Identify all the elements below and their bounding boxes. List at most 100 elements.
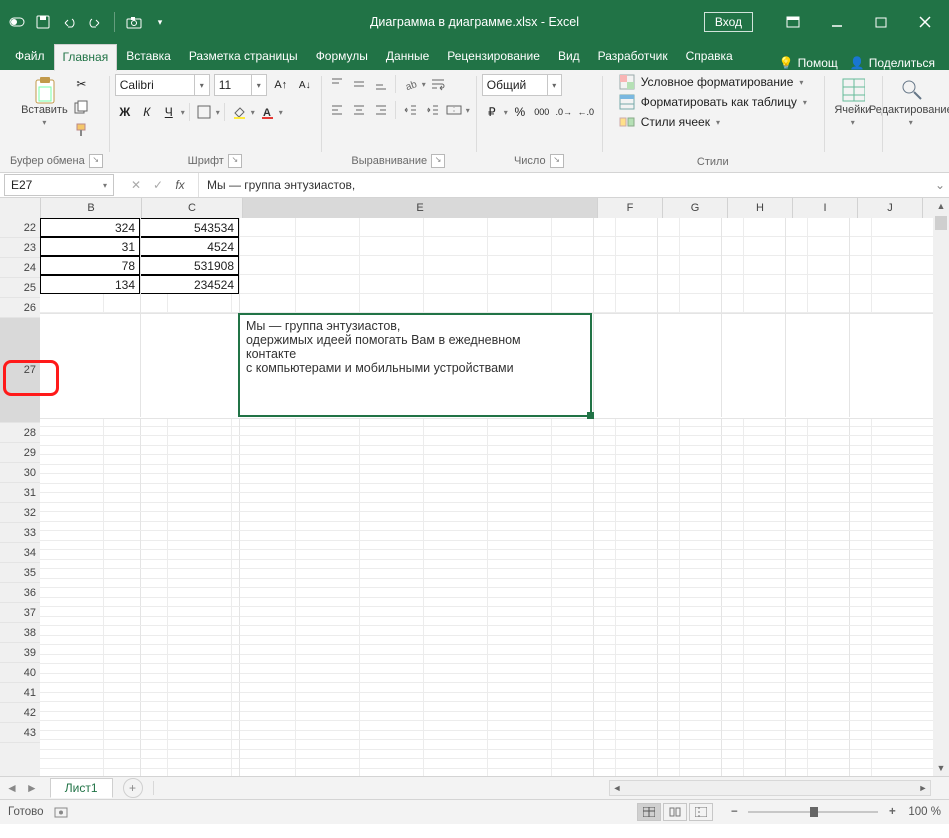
sheet-nav-prev[interactable]: ◄ <box>6 781 18 795</box>
col-header-I[interactable]: I <box>793 198 858 218</box>
tab-page-layout[interactable]: Разметка страницы <box>180 43 307 70</box>
zoom-slider-thumb[interactable] <box>810 807 818 817</box>
row-header-26[interactable]: 26 <box>0 298 40 318</box>
zoom-slider[interactable] <box>748 811 878 813</box>
col-header-B[interactable]: B <box>41 198 142 218</box>
scroll-right-button[interactable]: ► <box>916 783 930 793</box>
font-color-button[interactable]: A <box>257 102 277 122</box>
accounting-format-button[interactable]: ₽ <box>482 102 502 122</box>
format-painter-button[interactable] <box>71 120 91 140</box>
row-header-40[interactable]: 40 <box>0 663 40 683</box>
enter-formula-button[interactable]: ✓ <box>148 175 168 195</box>
orientation-button[interactable]: ab <box>400 74 420 94</box>
column-headers[interactable]: B C E F G H I J <box>0 198 933 219</box>
number-dialog-launcher[interactable]: ↘ <box>550 154 564 168</box>
fill-handle[interactable] <box>587 412 594 419</box>
camera-tool[interactable] <box>123 11 145 33</box>
row-header-29[interactable]: 29 <box>0 443 40 463</box>
align-bottom-button[interactable] <box>371 74 391 94</box>
new-sheet-button[interactable]: + <box>123 778 143 798</box>
cell-B25[interactable]: 134 <box>40 275 140 294</box>
paste-button[interactable]: Вставить ▾ <box>21 74 67 131</box>
italic-button[interactable]: К <box>137 102 157 122</box>
name-box[interactable]: E27 ▾ <box>4 174 114 196</box>
font-name-select[interactable]: Calibri▾ <box>115 74 210 96</box>
col-header-C[interactable]: C <box>142 198 243 218</box>
redo-button[interactable] <box>84 11 106 33</box>
row-header-24[interactable]: 24 <box>0 258 40 278</box>
row-header-37[interactable]: 37 <box>0 603 40 623</box>
align-center-button[interactable] <box>349 100 369 120</box>
scroll-down-button[interactable]: ▼ <box>933 760 949 776</box>
vertical-scrollbar[interactable]: ▲ ▼ <box>933 198 949 776</box>
scroll-up-button[interactable]: ▲ <box>933 198 949 214</box>
selected-cell-E27[interactable]: Мы — группа энтузиастов, одержимых идеей… <box>238 313 592 417</box>
decrease-decimal-button[interactable]: ←.0 <box>576 102 596 122</box>
copy-button[interactable] <box>71 97 91 117</box>
row-header-34[interactable]: 34 <box>0 543 40 563</box>
sheet-nav-next[interactable]: ► <box>26 781 38 795</box>
col-header-J[interactable]: J <box>858 198 923 218</box>
row-header-27[interactable]: 27 <box>0 318 40 423</box>
alignment-dialog-launcher[interactable]: ↘ <box>431 154 445 168</box>
row-header-22[interactable]: 22 <box>0 218 40 238</box>
cell-C23[interactable]: 4524 <box>139 237 239 256</box>
row-header-28[interactable]: 28 <box>0 423 40 443</box>
col-header-E[interactable]: E <box>243 198 598 218</box>
macro-record-icon[interactable] <box>54 805 68 819</box>
cells-menu-button[interactable]: Ячейки ▾ <box>830 74 876 131</box>
conditional-formatting-button[interactable]: Условное форматирование ▾ <box>619 74 807 90</box>
align-top-button[interactable] <box>327 74 347 94</box>
col-header-H[interactable]: H <box>728 198 793 218</box>
decrease-indent-button[interactable] <box>400 100 420 120</box>
autosave-toggle[interactable] <box>6 11 28 33</box>
qat-customize[interactable]: ▾ <box>149 11 171 33</box>
row-header-30[interactable]: 30 <box>0 463 40 483</box>
tab-formulas[interactable]: Формулы <box>307 43 377 70</box>
row-header-33[interactable]: 33 <box>0 523 40 543</box>
increase-font-button[interactable]: A↑ <box>271 75 291 95</box>
ribbon-display-options[interactable] <box>771 7 815 37</box>
underline-button[interactable]: Ч <box>159 102 179 122</box>
vertical-scroll-thumb[interactable] <box>935 216 947 230</box>
insert-function-button[interactable]: fx <box>170 175 190 195</box>
tab-home[interactable]: Главная <box>54 44 118 71</box>
sheet-tab-active[interactable]: Лист1 <box>50 778 113 798</box>
row-header-25[interactable]: 25 <box>0 278 40 298</box>
cancel-formula-button[interactable]: ✕ <box>126 175 146 195</box>
align-left-button[interactable] <box>327 100 347 120</box>
row-header-36[interactable]: 36 <box>0 583 40 603</box>
borders-button[interactable] <box>194 102 214 122</box>
view-page-layout-button[interactable] <box>663 803 687 821</box>
formula-input[interactable]: Мы — группа энтузиастов, <box>199 173 931 197</box>
close-button[interactable] <box>903 7 947 37</box>
zoom-in-button[interactable]: + <box>886 806 898 818</box>
cell-B22[interactable]: 324 <box>40 218 140 237</box>
font-size-select[interactable]: 11▾ <box>214 74 267 96</box>
tab-data[interactable]: Данные <box>377 43 438 70</box>
editing-menu-button[interactable]: Редактирование ▾ <box>888 74 934 131</box>
cell-C25[interactable]: 234524 <box>139 275 239 294</box>
cells-area[interactable]: 324 543534 31 4524 78 531908 134 234524 … <box>40 218 933 776</box>
zoom-out-button[interactable]: − <box>728 806 740 818</box>
align-right-button[interactable] <box>371 100 391 120</box>
fill-color-button[interactable] <box>229 102 249 122</box>
tab-review[interactable]: Рецензирование <box>438 43 549 70</box>
row-header-32[interactable]: 32 <box>0 503 40 523</box>
col-header-F[interactable]: F <box>598 198 663 218</box>
col-header-G[interactable]: G <box>663 198 728 218</box>
maximize-button[interactable] <box>859 7 903 37</box>
tab-file[interactable]: Файл <box>6 43 54 70</box>
worksheet-grid[interactable]: B C E F G H I J 22 23 24 25 26 27 28 29 … <box>0 198 949 776</box>
save-button[interactable] <box>32 11 54 33</box>
select-all-corner[interactable] <box>0 198 41 218</box>
view-page-break-button[interactable] <box>689 803 713 821</box>
zoom-level[interactable]: 100 % <box>908 806 941 818</box>
row-header-23[interactable]: 23 <box>0 238 40 258</box>
row-header-35[interactable]: 35 <box>0 563 40 583</box>
row-headers[interactable]: 22 23 24 25 26 27 28 29 30 31 32 33 34 3… <box>0 218 41 776</box>
tab-help[interactable]: Справка <box>677 43 742 70</box>
undo-button[interactable] <box>58 11 80 33</box>
cell-styles-button[interactable]: Стили ячеек ▾ <box>619 114 807 130</box>
expand-formula-bar[interactable]: ⌄ <box>931 178 949 192</box>
